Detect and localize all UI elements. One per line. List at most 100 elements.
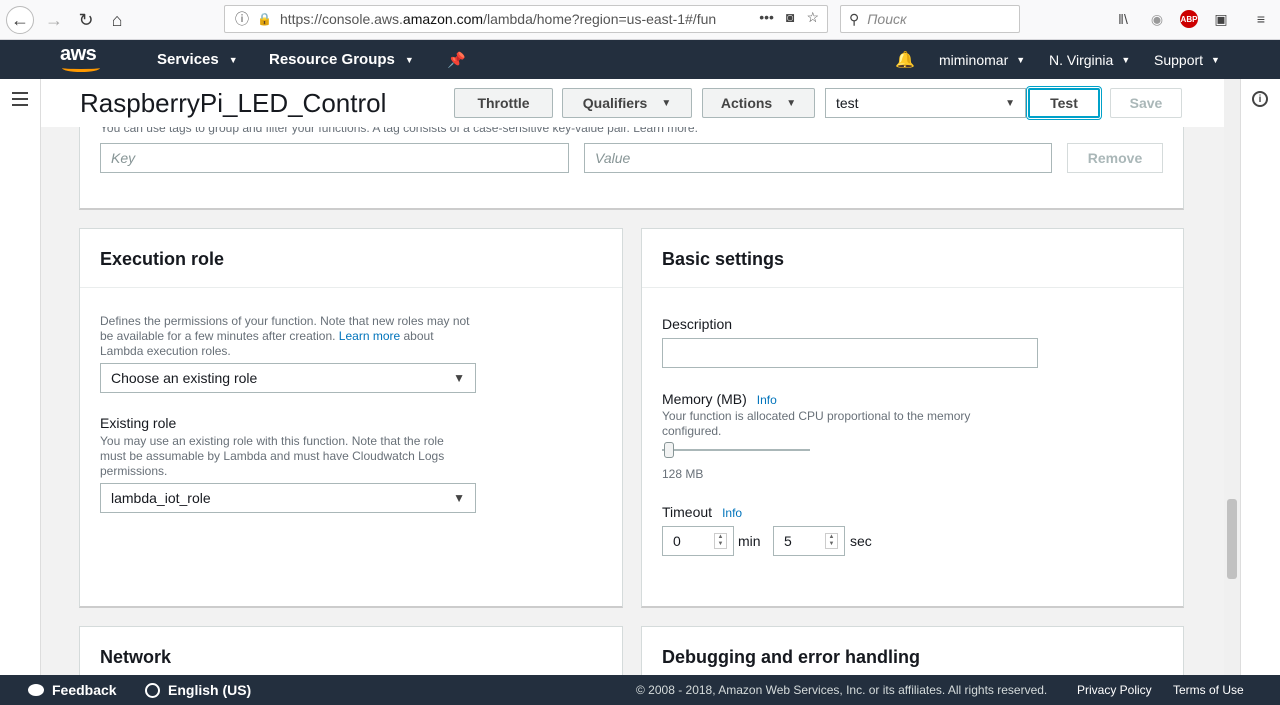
spinner-icon[interactable]: ▲ ▼ xyxy=(825,533,838,549)
remove-tag-button[interactable]: Remove xyxy=(1067,143,1163,173)
timeout-label-row: Timeout Info xyxy=(662,504,742,520)
library-icon[interactable]: ‖\ xyxy=(1112,8,1134,30)
value-placeholder: Value xyxy=(595,150,631,166)
tag-value-input[interactable]: Value xyxy=(584,143,1052,173)
speech-bubble-icon xyxy=(28,684,44,696)
learn-more-link[interactable]: Learn more xyxy=(339,329,400,343)
qualifiers-button[interactable]: Qualifiers ▼ xyxy=(562,88,692,118)
reload-icon[interactable]: ↻ xyxy=(72,6,100,34)
description-label: Description xyxy=(662,316,733,332)
role-choice-value: Choose an existing role xyxy=(111,370,258,386)
home-icon[interactable]: ⌂ xyxy=(103,6,131,34)
page-actions-icon[interactable]: ••• xyxy=(759,9,774,26)
memory-value: 128 MB xyxy=(662,467,704,481)
privacy-policy-link[interactable]: Privacy Policy xyxy=(1077,683,1152,697)
save-button[interactable]: Save xyxy=(1110,88,1182,118)
memory-description: Your function is allocated CPU proportio… xyxy=(662,409,971,438)
memory-label-row: Memory (MB) Info xyxy=(662,391,777,407)
sidebar-toggle-icon[interactable]: ▣ xyxy=(1210,8,1232,30)
timeout-info-link[interactable]: Info xyxy=(722,506,742,520)
timeout-sec-value: 5 xyxy=(784,533,792,549)
scrollbar-thumb[interactable] xyxy=(1227,499,1237,579)
memory-slider-track[interactable] xyxy=(662,449,810,451)
chevron-down-icon: ▼ xyxy=(1211,55,1220,65)
forward-icon[interactable]: → xyxy=(40,6,68,34)
address-bar[interactable]: ⓘ 🔒 https://console.aws. amazon.com/lambd… xyxy=(224,5,828,33)
left-sidebar xyxy=(0,79,41,675)
url-suffix: /lambda/home?region=us-east-1#/fun xyxy=(483,11,717,27)
tags-panel: You can use tags to group and filter you… xyxy=(79,121,1184,210)
memory-info-link[interactable]: Info xyxy=(757,393,777,407)
execution-role-panel: Execution role Defines the permissions o… xyxy=(79,228,623,608)
aws-logo[interactable]: aws xyxy=(60,44,104,74)
region-name: N. Virginia xyxy=(1049,52,1114,68)
support-label: Support xyxy=(1154,52,1204,68)
test-event-select[interactable]: test ▼ xyxy=(825,88,1026,118)
timeout-sec-input[interactable]: 5 ▲ ▼ xyxy=(773,526,845,556)
tag-key-input[interactable]: Key xyxy=(100,143,569,173)
back-icon[interactable]: ← xyxy=(6,6,34,34)
feedback-link[interactable]: Feedback xyxy=(28,682,117,698)
pocket-icon[interactable]: ◙ xyxy=(786,9,794,26)
test-button[interactable]: Test xyxy=(1026,86,1102,120)
throttle-button[interactable]: Throttle xyxy=(454,88,553,118)
description-input[interactable] xyxy=(662,338,1038,368)
actions-label: Actions xyxy=(720,95,773,111)
memory-label: Memory (MB) xyxy=(662,391,747,407)
caret-down-icon: ▼ xyxy=(453,371,465,385)
timeout-min-input[interactable]: 0 ▲ ▼ xyxy=(662,526,734,556)
existing-role-select[interactable]: lambda_iot_role ▼ xyxy=(100,483,476,513)
spinner-icon[interactable]: ▲ ▼ xyxy=(714,533,727,549)
browser-search-input[interactable]: ⚲ Поиск xyxy=(840,5,1020,33)
timeout-label: Timeout xyxy=(662,504,713,520)
language-selector[interactable]: English (US) xyxy=(145,682,251,698)
debugging-title: Debugging and error handling xyxy=(662,647,920,667)
account-name: miminomar xyxy=(939,52,1009,68)
page-scrollbar[interactable] xyxy=(1224,79,1240,675)
timeout-min-value: 0 xyxy=(673,533,681,549)
services-label: Services xyxy=(157,51,219,68)
caret-down-icon: ▼ xyxy=(661,97,672,109)
info-circle-icon: ⓘ xyxy=(235,11,249,27)
bell-icon[interactable]: 🔔 xyxy=(895,50,915,70)
actions-button[interactable]: Actions ▼ xyxy=(702,88,815,118)
globe-addon-icon[interactable]: ◉ xyxy=(1146,8,1168,30)
language-label: English (US) xyxy=(168,682,252,698)
chevron-down-icon: ▼ xyxy=(404,54,414,65)
search-placeholder: Поиск xyxy=(867,11,907,27)
aws-logo-text: aws xyxy=(60,43,97,65)
network-title: Network xyxy=(100,647,172,667)
support-menu[interactable]: Support ▼ xyxy=(1154,52,1220,68)
globe-icon xyxy=(145,682,160,698)
bookmark-star-icon[interactable]: ☆ xyxy=(806,9,819,26)
key-placeholder: Key xyxy=(111,150,136,166)
url-prefix: https://console.aws. xyxy=(279,11,403,27)
footer: Feedback English (US) © 2008 - 2018, Ama… xyxy=(0,675,1280,705)
existing-role-description: You may use an existing role with this f… xyxy=(100,434,445,478)
resource-groups-label: Resource Groups xyxy=(269,51,395,68)
browser-toolbar: ← → ↻ ⌂ ⓘ 🔒 https://console.aws. amazon.c… xyxy=(0,0,1280,40)
info-icon[interactable]: i xyxy=(1252,91,1268,107)
existing-role-label: Existing role xyxy=(100,415,177,431)
terms-of-use-link[interactable]: Terms of Use xyxy=(1173,683,1244,697)
search-icon: ⚲ xyxy=(849,10,860,27)
min-unit: min xyxy=(738,533,761,549)
lock-icon: 🔒 xyxy=(257,12,272,26)
adblock-icon[interactable]: ABP xyxy=(1180,10,1198,28)
memory-slider-handle[interactable] xyxy=(664,442,674,458)
account-menu[interactable]: miminomar ▼ xyxy=(939,52,1025,68)
aws-top-nav: aws Services ▼ Resource Groups ▼ 📌 🔔 mim… xyxy=(0,40,1280,79)
aws-smile-icon xyxy=(62,64,100,72)
existing-role-value: lambda_iot_role xyxy=(111,490,211,506)
resource-groups-menu[interactable]: Resource Groups ▼ xyxy=(269,51,414,68)
browser-menu-icon[interactable]: ≡ xyxy=(1250,8,1272,30)
right-help-panel: i xyxy=(1240,79,1280,675)
hamburger-menu-icon[interactable] xyxy=(12,92,28,110)
execution-role-title: Execution role xyxy=(100,249,225,269)
region-menu[interactable]: N. Virginia ▼ xyxy=(1049,52,1130,68)
role-choice-select[interactable]: Choose an existing role ▼ xyxy=(100,363,476,393)
chevron-down-icon: ▼ xyxy=(1016,55,1026,65)
services-menu[interactable]: Services ▼ xyxy=(157,51,238,68)
pin-icon[interactable]: 📌 xyxy=(447,51,466,69)
page-title: RaspberryPi_LED_Control xyxy=(80,88,387,118)
